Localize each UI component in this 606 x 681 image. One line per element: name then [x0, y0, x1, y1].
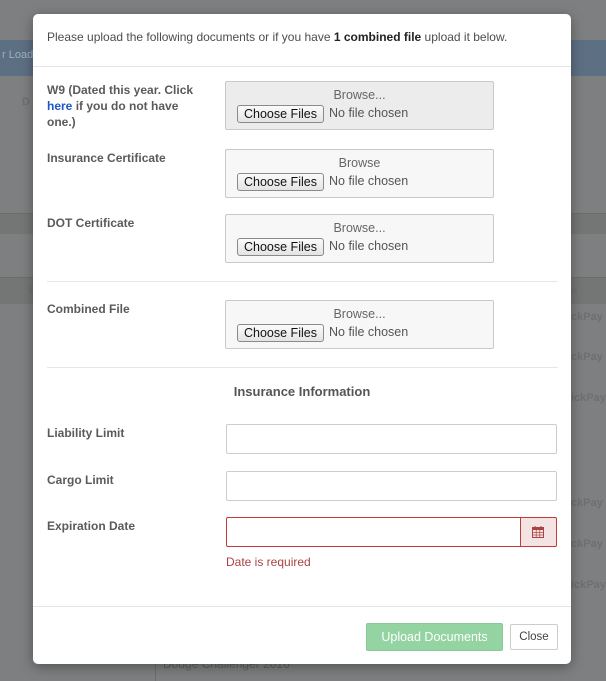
- dot-certificate-choose-files-button[interactable]: Choose Files: [237, 238, 324, 256]
- combined-file-status: No file chosen: [329, 325, 409, 339]
- w9-file-upload[interactable]: Browse... Choose Files No file chosen: [225, 81, 494, 130]
- intro-text: Please upload the following documents or…: [47, 30, 507, 44]
- insurance-certificate-label: Insurance Certificate: [47, 151, 166, 165]
- liability-limit-label: Liability Limit: [47, 426, 125, 440]
- w9-here-link[interactable]: here: [47, 99, 72, 113]
- combined-file-upload[interactable]: Browse... Choose Files No file chosen: [225, 300, 494, 349]
- insurance-certificate-browse-text: Browse: [338, 156, 381, 170]
- liability-limit-input[interactable]: [226, 424, 557, 454]
- dot-certificate-file-status: No file chosen: [329, 239, 409, 253]
- w9-browse-text: Browse...: [333, 88, 386, 102]
- modal-footer: Upload Documents Close: [33, 606, 571, 664]
- dot-certificate-file-upload[interactable]: Browse... Choose Files No file chosen: [225, 214, 494, 263]
- expiration-date-error: Date is required: [226, 555, 311, 569]
- background-row-text: ickPay: [571, 392, 606, 404]
- dot-certificate-browse-text: Browse...: [333, 221, 386, 235]
- insurance-certificate-choose-files-button[interactable]: Choose Files: [237, 173, 324, 191]
- expiration-date-field: [226, 517, 557, 547]
- dot-certificate-label: DOT Certificate: [47, 216, 135, 230]
- w9-label-text: W9 (Dated this year. Click: [47, 83, 194, 97]
- modal-intro: Please upload the following documents or…: [33, 14, 571, 67]
- section-divider: [47, 281, 558, 282]
- close-button[interactable]: Close: [510, 624, 558, 650]
- insurance-information-heading: Insurance Information: [233, 384, 371, 399]
- background-column-end: e: [571, 285, 578, 297]
- cargo-limit-input[interactable]: [226, 471, 557, 501]
- background-breadcrumb: r Load: [2, 49, 34, 61]
- section-divider: [47, 367, 558, 368]
- upload-documents-button[interactable]: Upload Documents: [366, 623, 503, 651]
- background-row-text: ckPay: [571, 497, 603, 509]
- w9-label: W9 (Dated this year. Click here if you d…: [47, 82, 207, 130]
- cargo-limit-label: Cargo Limit: [47, 473, 114, 487]
- w9-choose-files-button[interactable]: Choose Files: [237, 105, 324, 123]
- w9-file-status: No file chosen: [329, 106, 409, 120]
- calendar-icon: [532, 526, 544, 538]
- intro-text-after: upload it below.: [421, 30, 508, 44]
- expiration-date-label: Expiration Date: [47, 519, 136, 533]
- combined-file-label: Combined File: [47, 302, 130, 316]
- background-row-text: ckPay: [571, 351, 603, 363]
- insurance-certificate-file-upload[interactable]: Browse Choose Files No file chosen: [225, 149, 494, 198]
- background-column-initial: D: [22, 96, 30, 108]
- intro-text-bold: 1 combined file: [333, 30, 422, 44]
- background-row-text: ckPay: [571, 311, 603, 323]
- expiration-date-input[interactable]: [226, 517, 520, 547]
- background-row-text: ckPay: [571, 538, 603, 550]
- background-row-text: ickPay: [571, 579, 606, 591]
- combined-file-choose-files-button[interactable]: Choose Files: [237, 324, 324, 342]
- insurance-certificate-file-status: No file chosen: [329, 174, 409, 188]
- intro-text-before: Please upload the following documents or…: [47, 30, 334, 44]
- upload-documents-modal: Please upload the following documents or…: [33, 14, 571, 664]
- combined-file-browse-text: Browse...: [333, 307, 386, 321]
- date-picker-button[interactable]: [520, 517, 557, 547]
